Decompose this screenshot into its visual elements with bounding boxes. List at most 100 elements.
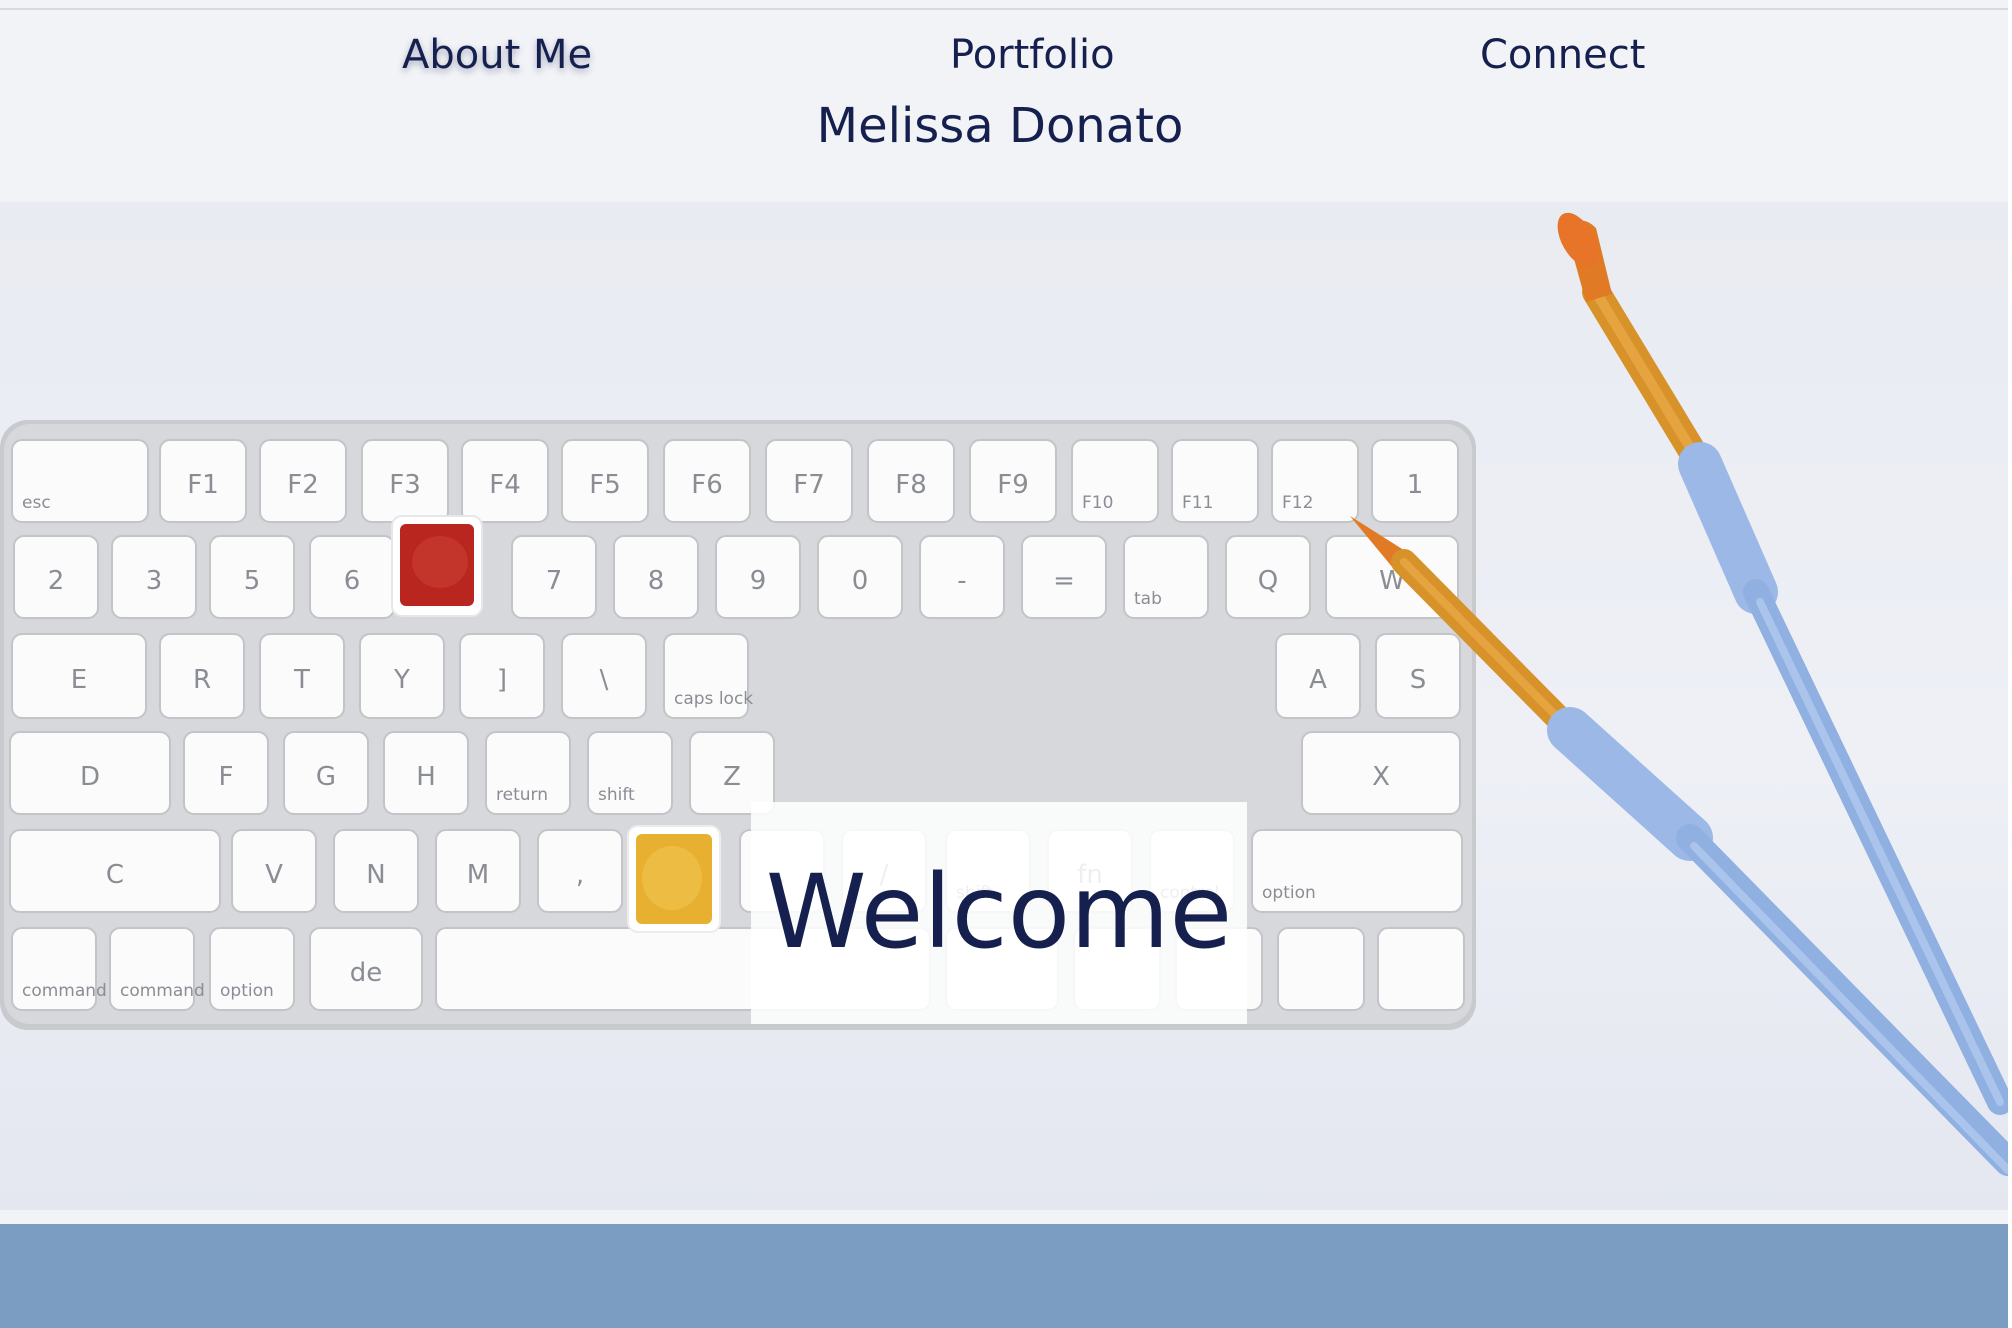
keyboard-key-label: F7 — [793, 470, 825, 500]
keyboard-key: esc — [11, 439, 149, 523]
page-edge — [2008, 0, 2012, 1328]
keyboard-key-label: Q — [1258, 566, 1278, 596]
keyboard-key-label: A — [1309, 665, 1327, 695]
nav-about-me-link[interactable]: About Me — [402, 32, 592, 78]
nav-connect-link[interactable]: Connect — [1480, 32, 1645, 78]
keyboard-key: X — [1301, 731, 1461, 815]
welcome-overlay: Welcome — [751, 802, 1247, 1024]
yellow-paint-pan — [627, 825, 721, 933]
keyboard-key-label: esc — [22, 493, 51, 513]
keyboard-key-label: Y — [393, 665, 410, 695]
keyboard-key: T — [259, 633, 345, 719]
keyboard-key: option — [1251, 829, 1463, 913]
keyboard-key: F5 — [561, 439, 649, 523]
section-divider — [0, 1210, 2012, 1224]
keyboard-key: 1 — [1371, 439, 1459, 523]
keyboard-key: M — [435, 829, 521, 913]
keyboard-key-label: F5 — [589, 470, 621, 500]
nav-portfolio-link[interactable]: Portfolio — [950, 32, 1115, 78]
hero-image: esc F1 F2 F3 F4 F5 F6 F7 F8 F9 F10 F11 F12 1 2 3 5 6 7 8 9 0 -… — [0, 212, 2008, 1176]
top-border — [0, 0, 2012, 10]
keyboard-key: , — [537, 829, 623, 913]
keyboard-key-label: F8 — [895, 470, 927, 500]
keyboard-key-label: F12 — [1282, 493, 1313, 513]
keyboard-key: R — [159, 633, 245, 719]
keyboard-key: G — [283, 731, 369, 815]
paintbrush-long — [1557, 212, 2008, 1115]
keyboard-key-label: tab — [1134, 589, 1162, 609]
keyboard-key: = — [1021, 535, 1107, 619]
keyboard-key: - — [919, 535, 1005, 619]
keyboard-key: 3 — [111, 535, 197, 619]
keyboard-key-label: D — [80, 762, 100, 792]
keyboard-key-label: V — [265, 860, 283, 890]
keyboard-key-label: F1 — [187, 470, 219, 500]
keyboard-illustration: esc F1 F2 F3 F4 F5 F6 F7 F8 F9 F10 F11 F12 1 2 3 5 6 7 8 9 0 -… — [0, 420, 1476, 1030]
keyboard-key: F — [183, 731, 269, 815]
site-footer — [0, 1224, 2008, 1328]
keyboard-key-label: N — [366, 860, 385, 890]
keyboard-key: D — [9, 731, 171, 815]
keyboard-key-label: option — [220, 981, 274, 1001]
keyboard-key: 5 — [209, 535, 295, 619]
welcome-heading: Welcome — [765, 853, 1233, 972]
keyboard-key: F7 — [765, 439, 853, 523]
keyboard-key-label: F4 — [489, 470, 521, 500]
keyboard-key-label: C — [106, 860, 124, 890]
keyboard-key-label: - — [957, 566, 966, 596]
hero-banner: esc F1 F2 F3 F4 F5 F6 F7 F8 F9 F10 F11 F12 1 2 3 5 6 7 8 9 0 -… — [0, 202, 2008, 1210]
red-paint-pan — [391, 515, 483, 617]
keyboard-key-label: R — [193, 665, 211, 695]
keyboard-key-label: E — [71, 665, 87, 695]
keyboard-key: F6 — [663, 439, 751, 523]
keyboard-key-label: G — [316, 762, 336, 792]
keyboard-key-label: 0 — [852, 566, 869, 596]
keyboard-key-label: S — [1410, 665, 1427, 695]
site-header: About Me Portfolio Connect Melissa Donat… — [0, 10, 2012, 202]
keyboard-key-label: F9 — [997, 470, 1029, 500]
keyboard-key: caps lock — [663, 633, 753, 719]
keyboard-key-label: Z — [723, 762, 741, 792]
keyboard-key: F2 — [259, 439, 347, 523]
keyboard-key: F8 — [867, 439, 955, 523]
keyboard-key: H — [383, 731, 469, 815]
keyboard-key: tab — [1123, 535, 1209, 619]
keyboard-key-label: 2 — [48, 566, 65, 596]
keyboard-key: F3 — [361, 439, 449, 523]
keyboard-key: command — [11, 927, 107, 1011]
site-title: Melissa Donato — [816, 98, 1184, 154]
keyboard-key: 9 — [715, 535, 801, 619]
keyboard-key-label: X — [1372, 762, 1390, 792]
keyboard-key-label: 3 — [146, 566, 163, 596]
keyboard-key-label: F11 — [1182, 493, 1213, 513]
keyboard-key: A — [1275, 633, 1361, 719]
keyboard-key: F4 — [461, 439, 549, 523]
keyboard-key — [1277, 927, 1365, 1011]
keyboard-key-label: 5 — [244, 566, 261, 596]
keyboard-key-label: H — [416, 762, 436, 792]
keyboard-key-label: , — [576, 860, 584, 890]
keyboard-key-label: shift — [598, 785, 635, 805]
keyboard-key-label: caps lock — [674, 689, 753, 709]
keyboard-key: 2 — [13, 535, 99, 619]
keyboard-key-label: F2 — [287, 470, 319, 500]
keyboard-key: return — [485, 731, 571, 815]
keyboard-key: shift — [587, 731, 673, 815]
keyboard-key: 7 — [511, 535, 597, 619]
keyboard-key: Q — [1225, 535, 1311, 619]
keyboard-key-label: 7 — [546, 566, 563, 596]
keyboard-key: S — [1375, 633, 1461, 719]
keyboard-key-label: = — [1053, 566, 1075, 596]
keyboard-key: F9 — [969, 439, 1057, 523]
keyboard-key: F1 — [159, 439, 247, 523]
keyboard-key-label: de — [350, 958, 383, 988]
keyboard-key-label: command — [22, 981, 107, 1001]
keyboard-key-label: F3 — [389, 470, 421, 500]
keyboard-key-label: command — [120, 981, 205, 1001]
keyboard-key-label: F — [219, 762, 234, 792]
keyboard-key: option — [209, 927, 295, 1011]
keyboard-key: de — [309, 927, 423, 1011]
keyboard-key: V — [231, 829, 317, 913]
keyboard-key: C — [9, 829, 221, 913]
keyboard-key: ] — [459, 633, 545, 719]
